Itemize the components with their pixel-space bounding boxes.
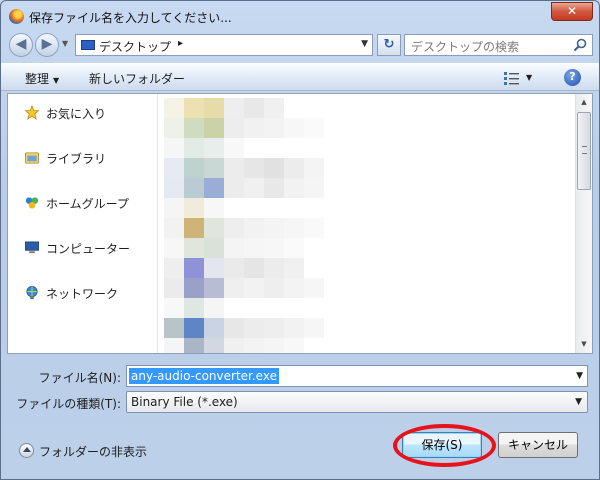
- scroll-up-icon[interactable]: ▲: [576, 94, 592, 111]
- search-icon[interactable]: [573, 38, 587, 52]
- list-item[interactable]: [164, 198, 224, 218]
- firefox-icon: [9, 9, 24, 24]
- nav-item-label: ホームグループ: [46, 197, 129, 211]
- address-bar[interactable]: デスクトップ ▸ ▼: [75, 34, 373, 56]
- nav-item-label: ライブラリ: [46, 152, 107, 166]
- list-item[interactable]: [164, 258, 304, 278]
- filename-value[interactable]: any-audio-converter.exe: [129, 368, 279, 384]
- title-bar: 保存ファイル名を入力してください... ✕: [1, 1, 599, 31]
- list-item[interactable]: [164, 158, 324, 178]
- view-options-icon[interactable]: [504, 71, 520, 85]
- grip-icon: [582, 146, 587, 154]
- vertical-scrollbar[interactable]: ▲ ▼: [575, 94, 592, 353]
- address-location[interactable]: デスクトップ: [99, 38, 171, 55]
- command-bar: 整理 ▼ 新しいフォルダー ▼ ?: [1, 63, 599, 91]
- filetype-value: Binary File (*.exe): [131, 395, 238, 409]
- file-list[interactable]: [162, 96, 576, 353]
- list-item[interactable]: [164, 278, 324, 298]
- list-item[interactable]: [164, 238, 304, 258]
- search-input[interactable]: デスクトップの検索: [404, 34, 593, 56]
- list-item[interactable]: [164, 218, 324, 238]
- back-arrow-icon: ◀: [15, 36, 27, 52]
- chevron-down-icon[interactable]: ▼: [576, 371, 583, 381]
- network-icon: [26, 286, 38, 300]
- scroll-down-icon[interactable]: ▼: [576, 336, 592, 353]
- filename-field[interactable]: any-audio-converter.exe ▼: [126, 365, 588, 387]
- navigation-pane: お気に入り ライブラリ ホームグループ コンピューター ネットワーク: [8, 94, 158, 353]
- window-title: 保存ファイル名を入力してください...: [29, 11, 232, 25]
- filename-label: ファイル名(N):: [38, 371, 121, 385]
- save-dialog: 保存ファイル名を入力してください... ✕ ◀ ▶ ▼ デスクトップ ▸ ▼ ↻…: [0, 0, 600, 480]
- forward-button[interactable]: ▶: [35, 33, 59, 57]
- computer-icon: [25, 241, 39, 254]
- filetype-select[interactable]: Binary File (*.exe) ▼: [126, 391, 588, 413]
- address-dropdown-icon[interactable]: ▼: [361, 39, 368, 49]
- cancel-button[interactable]: キャンセル: [498, 432, 578, 458]
- list-item[interactable]: [164, 98, 284, 118]
- list-item[interactable]: [164, 318, 324, 338]
- back-button[interactable]: ◀: [9, 33, 33, 57]
- collapse-up-icon: [19, 443, 34, 458]
- view-dropdown-icon[interactable]: ▼: [526, 73, 532, 82]
- nav-item-label: ネットワーク: [46, 287, 119, 301]
- list-item[interactable]: [164, 338, 304, 353]
- browser-pane: お気に入り ライブラリ ホームグループ コンピューター ネットワーク ▲ ▼: [7, 93, 593, 354]
- new-folder-button[interactable]: 新しいフォルダー: [89, 70, 185, 87]
- forward-arrow-icon: ▶: [41, 36, 53, 52]
- homegroup-icon: [25, 197, 39, 209]
- chevron-down-icon[interactable]: ▼: [575, 397, 582, 407]
- address-row: ◀ ▶ ▼ デスクトップ ▸ ▼ ↻ デスクトップの検索: [7, 31, 595, 59]
- star-icon: [24, 105, 40, 120]
- filetype-label: ファイルの種類(T):: [16, 397, 121, 411]
- nav-item-label: コンピューター: [46, 242, 131, 256]
- refresh-button[interactable]: ↻: [377, 34, 401, 56]
- list-item[interactable]: [164, 178, 324, 198]
- refresh-icon: ↻: [383, 37, 395, 52]
- list-item[interactable]: [164, 118, 324, 138]
- library-icon: [25, 152, 39, 164]
- close-button[interactable]: ✕: [551, 2, 593, 21]
- list-item[interactable]: [164, 138, 244, 158]
- search-placeholder: デスクトップの検索: [411, 40, 520, 54]
- recent-locations-dropdown[interactable]: ▼: [62, 39, 68, 48]
- desktop-icon: [81, 40, 95, 50]
- organize-label: 整理: [25, 72, 50, 86]
- help-icon[interactable]: ?: [564, 69, 581, 86]
- nav-item-label: お気に入り: [46, 107, 107, 121]
- breadcrumb-separator[interactable]: ▸: [178, 38, 183, 49]
- chevron-down-icon: ▼: [53, 76, 60, 85]
- organize-button[interactable]: 整理 ▼: [25, 70, 59, 87]
- hide-folders-label: フォルダーの非表示: [39, 445, 148, 459]
- highlight-annotation: [393, 424, 496, 467]
- scrollbar-thumb[interactable]: [577, 112, 591, 190]
- list-item[interactable]: [164, 298, 224, 318]
